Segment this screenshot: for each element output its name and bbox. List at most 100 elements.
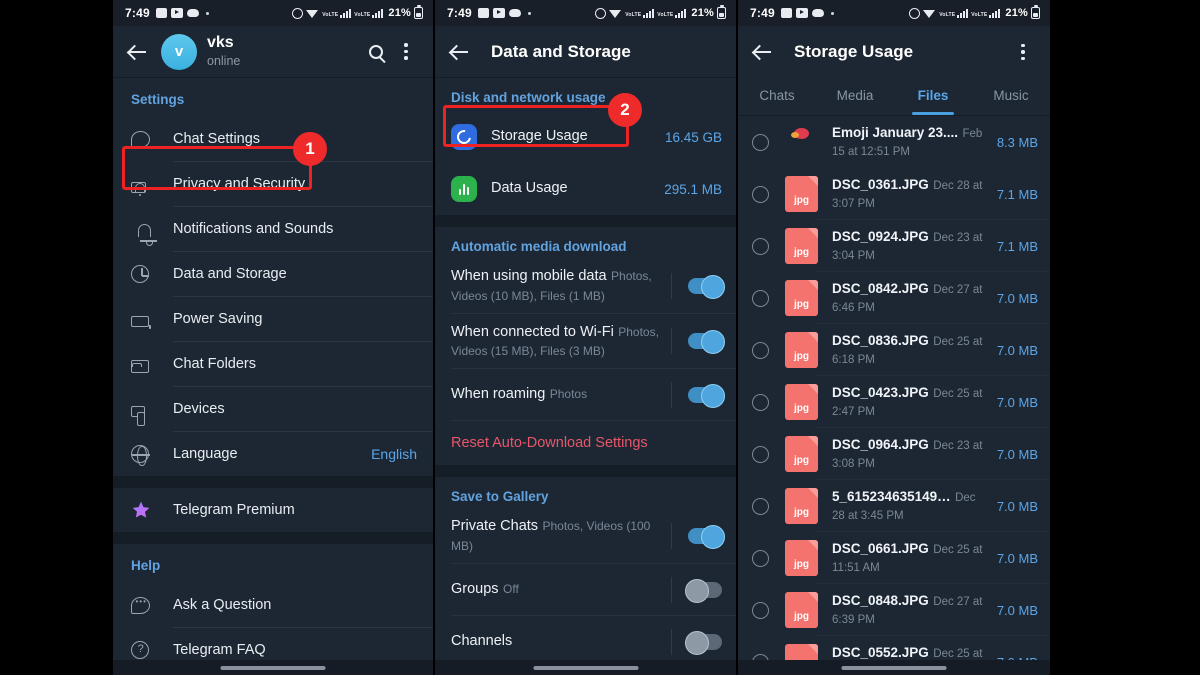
signal-icon-1: VoLTE — [625, 8, 655, 18]
file-name: DSC_0423.JPG — [832, 385, 929, 400]
sidebar-item-devices[interactable]: Devices — [113, 387, 433, 431]
file-row[interactable]: jpg DSC_0848.JPG Dec 27 at 6:39 PM 7.0 M… — [738, 584, 1050, 636]
row-wifi-autodownload[interactable]: When connected to Wi-Fi Photos, Videos (… — [435, 314, 736, 370]
question-bubble-icon — [131, 596, 157, 614]
file-row[interactable]: jpg 5_615234635149… Dec 28 at 3:45 PM 7.… — [738, 480, 1050, 532]
file-row[interactable]: jpg DSC_0924.JPG Dec 23 at 3:04 PM 7.1 M… — [738, 220, 1050, 272]
tab-music[interactable]: Music — [972, 78, 1050, 115]
storage-usage-icon — [451, 124, 477, 150]
cloud-icon — [811, 9, 824, 17]
status-right-icons: VoLTE VoLTE 21% — [909, 5, 1040, 19]
toggle-wifi[interactable] — [688, 330, 725, 355]
toggle-private-chats[interactable] — [688, 524, 725, 549]
sidebar-item-language[interactable]: Language English — [113, 432, 433, 476]
search-button[interactable] — [361, 37, 391, 67]
battery-icon — [414, 5, 423, 19]
file-select-radio[interactable] — [752, 393, 769, 411]
file-row[interactable]: jpg DSC_0361.JPG Dec 28 at 3:07 PM 7.1 M… — [738, 168, 1050, 220]
row-roaming-autodownload[interactable]: When roaming Photos — [435, 369, 736, 422]
file-select-radio[interactable] — [752, 133, 769, 151]
sidebar-item-power-saving[interactable]: Power Saving — [113, 297, 433, 341]
alarm-icon — [595, 7, 607, 19]
toggle-channels[interactable] — [685, 630, 722, 655]
sidebar-item-ask-a-question[interactable]: Ask a Question — [113, 583, 433, 627]
section-gap — [113, 476, 433, 488]
cloud-icon — [186, 9, 199, 17]
emoji-image-thumb — [785, 124, 818, 160]
nav-gesture-pill[interactable] — [533, 666, 638, 670]
file-row[interactable]: jpg DSC_0661.JPG Dec 25 at 11:51 AM 7.0 … — [738, 532, 1050, 584]
file-select-radio[interactable] — [752, 237, 769, 255]
jpg-file-icon: jpg — [785, 540, 818, 576]
status-time: 7:49 — [125, 6, 150, 20]
jpg-file-icon: jpg — [785, 592, 818, 628]
question-mark-icon — [131, 641, 157, 659]
signal-icon-1: VoLTE — [939, 8, 969, 18]
toggle-groups[interactable] — [685, 578, 722, 603]
file-row[interactable]: Emoji January 23.... Feb 15 at 12:51 PM … — [738, 116, 1050, 168]
sidebar-item-label: Notifications and Sounds — [173, 221, 334, 237]
sidebar-item-chat-settings[interactable]: Chat Settings — [113, 117, 433, 161]
status-time: 7:49 — [447, 6, 472, 20]
file-row[interactable]: jpg DSC_0423.JPG Dec 25 at 2:47 PM 7.0 M… — [738, 376, 1050, 428]
file-size: 7.0 MB — [996, 290, 1038, 306]
file-row[interactable]: jpg DSC_0964.JPG Dec 23 at 3:08 PM 7.0 M… — [738, 428, 1050, 480]
file-select-radio[interactable] — [752, 185, 769, 203]
section-gap — [113, 532, 433, 544]
file-name: DSC_0836.JPG — [832, 333, 929, 348]
row-label: Data Usage — [491, 180, 568, 197]
file-select-radio[interactable] — [752, 549, 769, 567]
file-select-radio[interactable] — [752, 341, 769, 359]
nav-gesture-pill[interactable] — [841, 666, 947, 670]
file-select-radio[interactable] — [752, 497, 769, 515]
tab-files[interactable]: Files — [894, 78, 972, 115]
sidebar-item-label: Language — [173, 446, 238, 462]
sidebar-item-chat-folders[interactable]: Chat Folders — [113, 342, 433, 386]
status-left-icons — [155, 8, 209, 18]
jpg-file-icon: jpg — [785, 488, 818, 524]
toggle-mobile-data[interactable] — [688, 274, 725, 299]
battery-icon — [131, 312, 157, 329]
row-label: Groups — [451, 580, 499, 597]
sidebar-item-label: Privacy and Security — [173, 176, 306, 192]
row-data-usage[interactable]: Data Usage 295.1 MB — [435, 163, 736, 215]
storage-usage-app-bar: Storage Usage — [738, 26, 1050, 78]
sidebar-item-notifications-and-sounds[interactable]: Notifications and Sounds — [113, 207, 433, 251]
file-select-radio[interactable] — [752, 445, 769, 463]
file-select-radio[interactable] — [752, 601, 769, 619]
back-arrow-icon[interactable] — [447, 40, 471, 64]
file-row[interactable]: jpg DSC_0842.JPG Dec 27 at 6:46 PM 7.0 M… — [738, 272, 1050, 324]
sidebar-item-privacy-and-security[interactable]: Privacy and Security — [113, 162, 433, 206]
file-row[interactable]: jpg DSC_0836.JPG Dec 25 at 6:18 PM 7.0 M… — [738, 324, 1050, 376]
row-groups[interactable]: Groups Off — [435, 564, 736, 616]
nav-gesture-pill[interactable] — [220, 666, 326, 670]
page-title: Storage Usage — [794, 42, 914, 61]
sidebar-item-data-and-storage[interactable]: Data and Storage — [113, 252, 433, 296]
settings-list: Settings Chat Settings Privacy and Secur… — [113, 78, 433, 673]
system-nav-bar-left — [113, 660, 433, 675]
overflow-menu-button[interactable] — [391, 37, 421, 67]
section-gap — [435, 215, 736, 227]
file-size: 7.1 MB — [996, 186, 1038, 202]
tab-chats[interactable]: Chats — [738, 78, 816, 115]
row-private-chats[interactable]: Private Chats Photos, Videos (100 MB) — [435, 508, 736, 564]
bell-icon — [131, 221, 157, 246]
reset-auto-download-button[interactable]: Reset Auto-Download Settings — [435, 421, 736, 465]
back-arrow-icon[interactable] — [750, 40, 774, 64]
toggle-roaming[interactable] — [688, 384, 725, 409]
status-bar-left: 7:49 VoLTE VoLTE 21% — [113, 0, 433, 26]
annotation-badge-1: 1 — [293, 132, 327, 166]
file-select-radio[interactable] — [752, 289, 769, 307]
row-label: When connected to Wi-Fi — [451, 323, 614, 340]
youtube-icon — [492, 8, 505, 18]
tab-media[interactable]: Media — [816, 78, 894, 115]
overflow-menu-button[interactable] — [1008, 37, 1038, 67]
sidebar-item-telegram-premium[interactable]: Telegram Premium — [113, 488, 433, 532]
back-arrow-icon[interactable] — [125, 40, 149, 64]
divider — [671, 328, 672, 355]
row-storage-usage[interactable]: Storage Usage 16.45 GB — [435, 111, 736, 163]
avatar[interactable]: v — [161, 33, 197, 70]
row-mobile-data-autodownload[interactable]: When using mobile data Photos, Videos (1… — [435, 258, 736, 314]
premium-star-icon — [131, 500, 157, 520]
settings-panel: 7:49 VoLTE VoLTE 21% v vks online Settin… — [113, 0, 433, 675]
